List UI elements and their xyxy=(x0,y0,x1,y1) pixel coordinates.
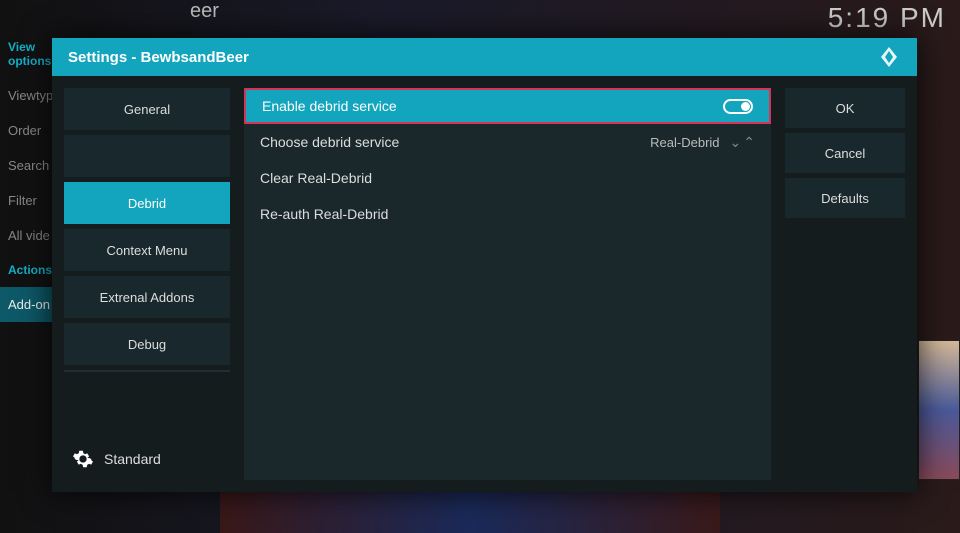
options-panel: Enable debrid service Choose debrid serv… xyxy=(244,88,771,480)
clock: 5:19 PM xyxy=(828,2,946,34)
option-label: Clear Real-Debrid xyxy=(260,170,755,186)
chevron-up-icon[interactable]: ⌃ xyxy=(743,134,755,151)
actions-heading: Actions xyxy=(0,253,60,287)
dialog-titlebar: Settings - BewbsandBeer xyxy=(52,38,917,76)
category-external-addons[interactable]: Extrenal Addons xyxy=(64,276,230,318)
dialog-title-text: Settings - BewbsandBeer xyxy=(68,49,249,66)
sidebar-item-viewtype[interactable]: Viewtyp xyxy=(0,78,60,113)
view-options-heading: View options xyxy=(0,30,60,78)
option-label: Re-auth Real-Debrid xyxy=(260,206,755,222)
spinner-arrows: ⌄ ⌃ xyxy=(730,134,755,151)
option-value: Real-Debrid xyxy=(650,135,719,150)
category-debrid[interactable]: Debrid xyxy=(64,182,230,224)
settings-level-button[interactable]: Standard xyxy=(64,438,230,480)
bg-addon-title-fragment: eer xyxy=(190,0,219,23)
defaults-button[interactable]: Defaults xyxy=(785,178,905,218)
sidebar-item-search[interactable]: Search xyxy=(0,148,60,183)
chevron-down-icon[interactable]: ⌄ xyxy=(730,134,742,151)
category-separator xyxy=(64,370,230,372)
option-clear-rd[interactable]: Clear Real-Debrid xyxy=(244,160,771,196)
sidebar-item-order[interactable]: Order xyxy=(0,113,60,148)
action-column: OK Cancel Defaults xyxy=(785,88,905,480)
option-enable-debrid[interactable]: Enable debrid service xyxy=(244,88,771,124)
option-choose-debrid[interactable]: Choose debrid service Real-Debrid ⌄ ⌃ xyxy=(244,124,771,160)
thumbnail-image xyxy=(918,340,960,480)
toggle-on-icon[interactable] xyxy=(723,99,753,114)
category-debug[interactable]: Debug xyxy=(64,323,230,365)
category-general[interactable]: General xyxy=(64,88,230,130)
category-column: General Debrid Context Menu Extrenal Add… xyxy=(64,88,230,480)
kodi-logo-icon xyxy=(877,45,901,69)
fanart-strip xyxy=(220,491,720,533)
category-context-menu[interactable]: Context Menu xyxy=(64,229,230,271)
category-empty[interactable] xyxy=(64,135,230,177)
sidebar-item-addons[interactable]: Add-on xyxy=(0,287,60,322)
settings-dialog: Settings - BewbsandBeer General Debrid C… xyxy=(52,38,917,492)
option-label: Enable debrid service xyxy=(262,98,723,114)
ok-button[interactable]: OK xyxy=(785,88,905,128)
settings-level-label: Standard xyxy=(104,451,161,467)
gear-icon xyxy=(72,448,94,470)
cancel-button[interactable]: Cancel xyxy=(785,133,905,173)
option-reauth-rd[interactable]: Re-auth Real-Debrid xyxy=(244,196,771,232)
sidebar-item-allvideo[interactable]: All vide xyxy=(0,218,60,253)
option-label: Choose debrid service xyxy=(260,134,650,150)
options-sidebar: View options Viewtyp Order Search Filter… xyxy=(0,30,60,322)
sidebar-item-filter[interactable]: Filter xyxy=(0,183,60,218)
